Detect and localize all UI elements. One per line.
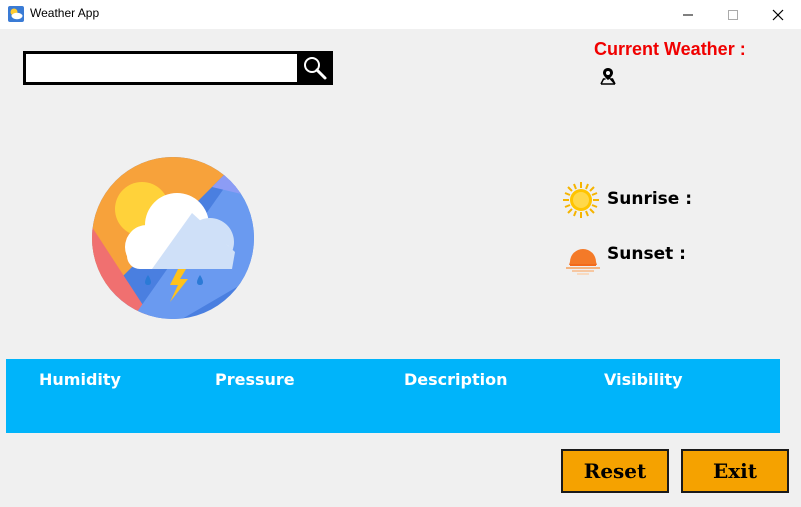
current-weather-label: Current Weather : — [594, 39, 746, 59]
sunrise-label: Sunrise : — [607, 189, 693, 209]
maximize-button[interactable] — [710, 0, 756, 29]
description-label: Description — [404, 370, 508, 389]
weather-logo-icon — [92, 157, 254, 319]
exit-button[interactable]: Exit — [681, 449, 789, 493]
humidity-label: Humidity — [39, 370, 121, 389]
location-pin-icon — [600, 68, 616, 85]
sunrise-sun-icon — [563, 182, 599, 218]
weather-details-panel: Humidity Pressure Description Visibility — [6, 359, 780, 433]
minimize-button[interactable] — [665, 0, 711, 29]
window-title: Weather App — [30, 6, 100, 20]
close-button[interactable] — [755, 0, 801, 29]
title-bar: Weather App — [0, 0, 801, 29]
pressure-label: Pressure — [215, 370, 295, 389]
search-icon — [304, 57, 327, 80]
close-icon — [772, 9, 784, 20]
maximize-icon — [728, 9, 738, 20]
sunset-label: Sunset : — [607, 244, 686, 264]
minimize-icon — [683, 14, 693, 15]
weather-app-window: Weather App Current Weather : Sunrise: … — [0, 0, 801, 507]
visibility-label: Visibility — [604, 370, 683, 389]
reset-button[interactable]: Reset — [561, 449, 669, 493]
search-button[interactable] — [297, 51, 333, 85]
app-weather-icon — [8, 6, 24, 22]
sunset-icon — [564, 249, 602, 277]
city-search-input[interactable] — [23, 51, 305, 85]
